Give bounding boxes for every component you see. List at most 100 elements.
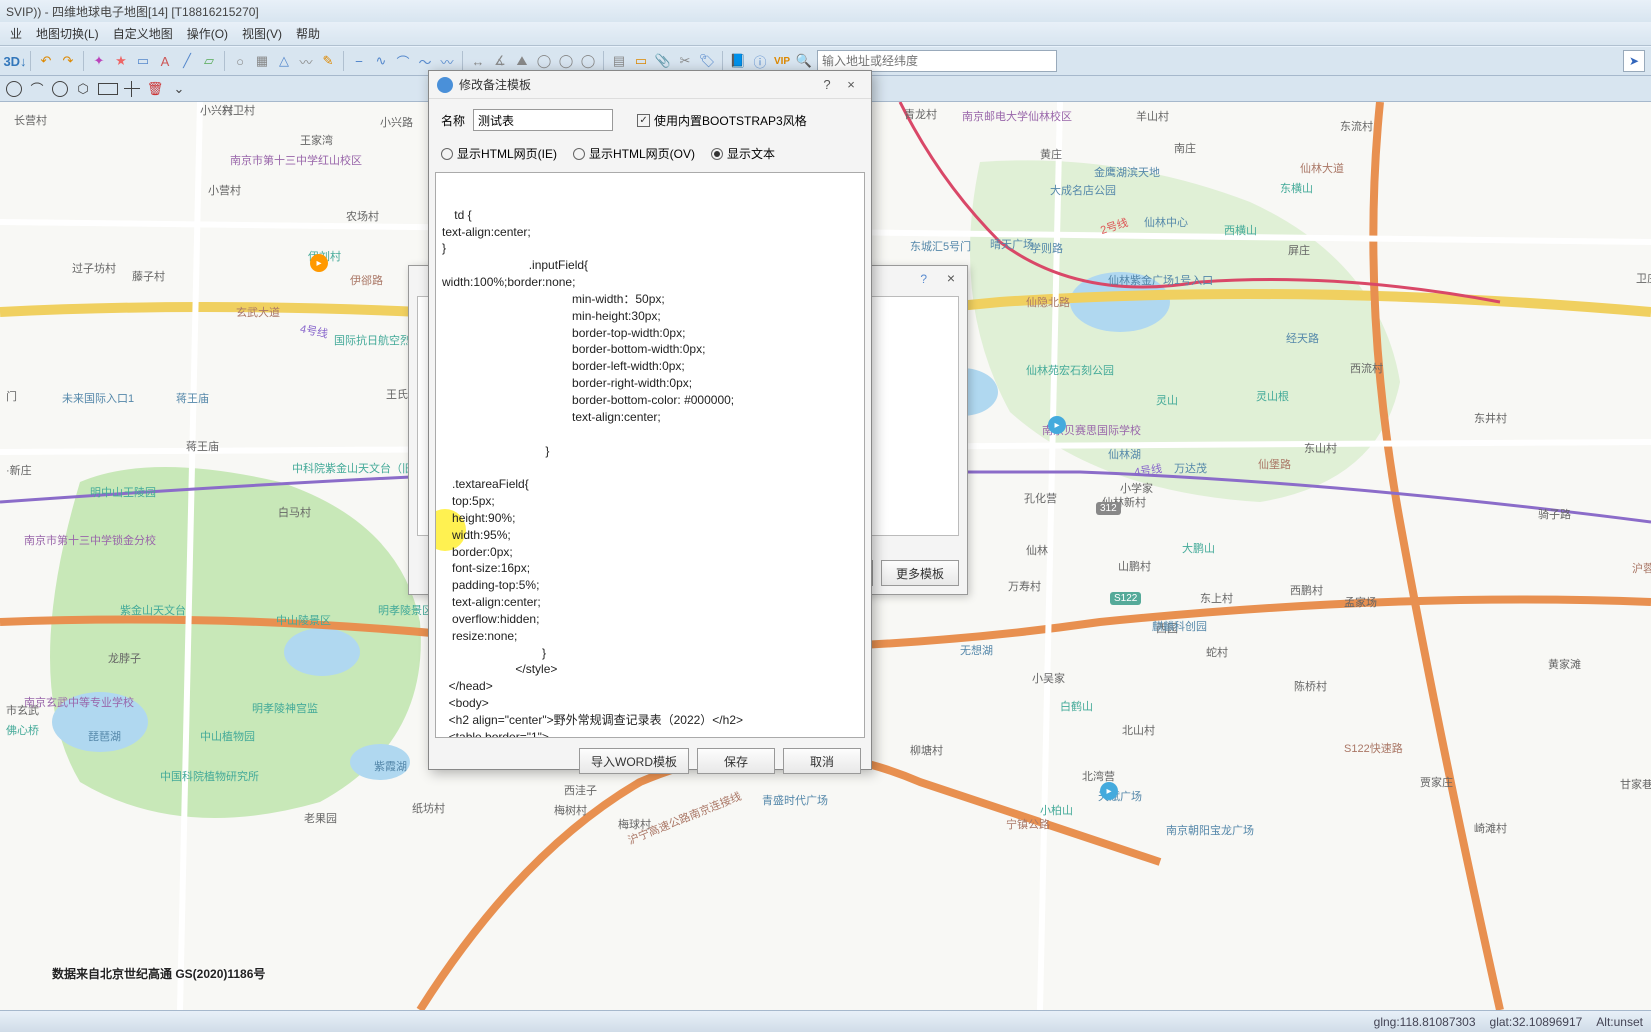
template-text-pane[interactable]: td { text-align:center; } .inputField{ w… bbox=[435, 172, 865, 738]
map-label: 龙脖子 bbox=[108, 650, 141, 666]
separator bbox=[462, 51, 463, 71]
menu-help[interactable]: 帮助 bbox=[290, 23, 326, 44]
tool-wave-icon[interactable]: 〜 bbox=[416, 52, 434, 70]
poi-marker-icon[interactable]: ▸ bbox=[1048, 416, 1066, 434]
dialog-close-icon[interactable]: × bbox=[839, 77, 863, 92]
name-label: 名称 bbox=[441, 112, 465, 129]
shape-hex-icon[interactable]: ⬡ bbox=[74, 80, 92, 98]
tool-curve-icon[interactable]: ∿ bbox=[372, 52, 390, 70]
save-button[interactable]: 保存 bbox=[697, 748, 775, 774]
map-label: 藤子村 bbox=[132, 268, 165, 284]
tool-poly-icon[interactable]: ▱ bbox=[200, 52, 218, 70]
map-label: 玄武大道 bbox=[236, 304, 280, 320]
help-icon[interactable]: ? bbox=[920, 272, 927, 286]
shape-circle-icon[interactable] bbox=[6, 81, 22, 97]
tool-note-icon[interactable]: ▭ bbox=[632, 52, 650, 70]
map-label: 东流村 bbox=[1340, 118, 1373, 134]
tool-path-icon[interactable]: 〰 bbox=[297, 52, 315, 70]
more-templates-button[interactable]: 更多模板 bbox=[881, 560, 959, 586]
map-label: 紫霞湖 bbox=[374, 758, 407, 774]
tool-book-icon[interactable]: 📘 bbox=[729, 52, 747, 70]
dialog-help-icon[interactable]: ? bbox=[815, 77, 839, 92]
tool-ring1-icon[interactable]: ◯ bbox=[535, 52, 553, 70]
tool-circle-icon[interactable]: ○ bbox=[231, 52, 249, 70]
tool-snap-icon[interactable]: 〰 bbox=[438, 52, 456, 70]
map-label: 南京玄武中等专业学校 bbox=[24, 694, 134, 710]
map-label: 学则路 bbox=[1030, 240, 1063, 256]
tool-grid-icon[interactable]: ▦ bbox=[253, 52, 271, 70]
tool-text-icon[interactable]: A bbox=[156, 52, 174, 70]
tool-rect-icon[interactable]: ▭ bbox=[134, 52, 152, 70]
tool-star-icon[interactable]: ★ bbox=[112, 52, 130, 70]
shape-crosshair-icon[interactable] bbox=[124, 81, 140, 97]
poi-marker-icon[interactable]: ▸ bbox=[1100, 782, 1118, 800]
status-bar: glng:118.81087303 glat:32.10896917 Alt:u… bbox=[0, 1010, 1651, 1032]
tool-elev-icon[interactable]: ⛰ bbox=[513, 52, 531, 70]
map-attribution: 数据来自北京世纪高通 GS(2020)1186号 bbox=[52, 965, 265, 982]
tool-search-icon[interactable]: 🔍 bbox=[795, 52, 813, 70]
tool-redo-icon[interactable]: ↷ bbox=[59, 52, 77, 70]
menu-ye[interactable]: 业 bbox=[4, 23, 28, 44]
map-label: 东井村 bbox=[1474, 410, 1507, 426]
cancel-button[interactable]: 取消 bbox=[783, 748, 861, 774]
map-label: 蒋王庙 bbox=[186, 438, 219, 454]
map-label: 东横山 bbox=[1280, 180, 1313, 196]
tool-pen-icon[interactable]: ✎ bbox=[319, 52, 337, 70]
shape-del-icon[interactable]: 🗑 bbox=[146, 80, 164, 98]
menu-view[interactable]: 视图(V) bbox=[236, 23, 288, 44]
map-label: 陈桥村 bbox=[1294, 678, 1327, 694]
shape-filled-circle-icon[interactable] bbox=[52, 81, 68, 97]
tool-vip-icon[interactable]: VIP bbox=[773, 52, 791, 70]
road-shield: S122 bbox=[1110, 592, 1141, 605]
tool-ring3-icon[interactable]: ◯ bbox=[579, 52, 597, 70]
tool-arc-icon[interactable]: ⌒ bbox=[394, 52, 412, 70]
name-input[interactable] bbox=[473, 109, 613, 131]
tool-layers-icon[interactable]: ▤ bbox=[610, 52, 628, 70]
use-bootstrap-checkbox[interactable]: ✓ 使用内置BOOTSTRAP3风格 bbox=[637, 112, 807, 129]
tool-ring2-icon[interactable]: ◯ bbox=[557, 52, 575, 70]
radio-show-text[interactable]: 显示文本 bbox=[711, 145, 775, 162]
tool-undo-icon[interactable]: ↶ bbox=[37, 52, 55, 70]
template-text-content: td { text-align:center; } .inputField{ w… bbox=[442, 208, 858, 738]
map-label: 小吴家 bbox=[1032, 670, 1065, 686]
status-alt: Alt:unset bbox=[1596, 1015, 1643, 1029]
tool-3d-icon[interactable]: 3D↓ bbox=[6, 52, 24, 70]
close-icon[interactable]: × bbox=[947, 270, 955, 286]
menu-map-switch[interactable]: 地图切换(L) bbox=[30, 23, 105, 44]
map-label: 灵山根 bbox=[1256, 388, 1289, 404]
tool-pline-icon[interactable]: ⎯ bbox=[350, 52, 368, 70]
tool-info-icon[interactable]: ⓘ bbox=[751, 52, 769, 70]
radio-show-ie[interactable]: 显示HTML网页(IE) bbox=[441, 145, 557, 162]
map-label: 小兴路 bbox=[380, 114, 413, 130]
shape-chevron-icon[interactable]: ⌄ bbox=[170, 80, 188, 98]
map-label: 兴卫村 bbox=[222, 102, 255, 118]
poi-marker-icon[interactable]: ▸ bbox=[310, 254, 328, 272]
tool-triangle-icon[interactable]: △ bbox=[275, 52, 293, 70]
tool-line-icon[interactable]: ╱ bbox=[178, 52, 196, 70]
separator bbox=[30, 51, 31, 71]
tool-point-icon[interactable]: ✦ bbox=[90, 52, 108, 70]
radio-show-ov[interactable]: 显示HTML网页(OV) bbox=[573, 145, 695, 162]
import-word-button[interactable]: 导入WORD模板 bbox=[579, 748, 689, 774]
menu-operate[interactable]: 操作(O) bbox=[181, 23, 234, 44]
window-titlebar: SVIP)) - 四维地球电子地图[14] [T18816215270] bbox=[0, 0, 1651, 22]
map-label: 青盛时代广场 bbox=[762, 792, 828, 808]
tool-angle-icon[interactable]: ∡ bbox=[491, 52, 509, 70]
map-label: 南京邮电大学仙林校区 bbox=[962, 108, 1072, 124]
map-label: 青龙村 bbox=[904, 106, 937, 122]
tool-tag-icon[interactable]: 🏷 bbox=[698, 52, 716, 70]
tool-ruler-icon[interactable]: ↔ bbox=[469, 52, 487, 70]
map-label: 佛心桥 bbox=[6, 722, 39, 738]
shape-arc-icon[interactable]: ⌒ bbox=[28, 80, 46, 98]
search-go-button[interactable]: ➤ bbox=[1623, 50, 1645, 72]
map-label: 南京市第十三中学锁金分校 bbox=[24, 532, 156, 548]
map-label: 大鹏山 bbox=[1182, 540, 1215, 556]
map-label: 蛇村 bbox=[1206, 644, 1228, 660]
tool-attach-icon[interactable]: 📎 bbox=[654, 52, 672, 70]
tool-cut-icon[interactable]: ✂ bbox=[676, 52, 694, 70]
map-label: 万寿村 bbox=[1008, 578, 1041, 594]
menu-custom-map[interactable]: 自定义地图 bbox=[107, 23, 179, 44]
shape-rect-icon[interactable] bbox=[98, 83, 118, 95]
map-label: 晴天广场 bbox=[990, 236, 1034, 252]
search-input[interactable] bbox=[817, 50, 1057, 72]
